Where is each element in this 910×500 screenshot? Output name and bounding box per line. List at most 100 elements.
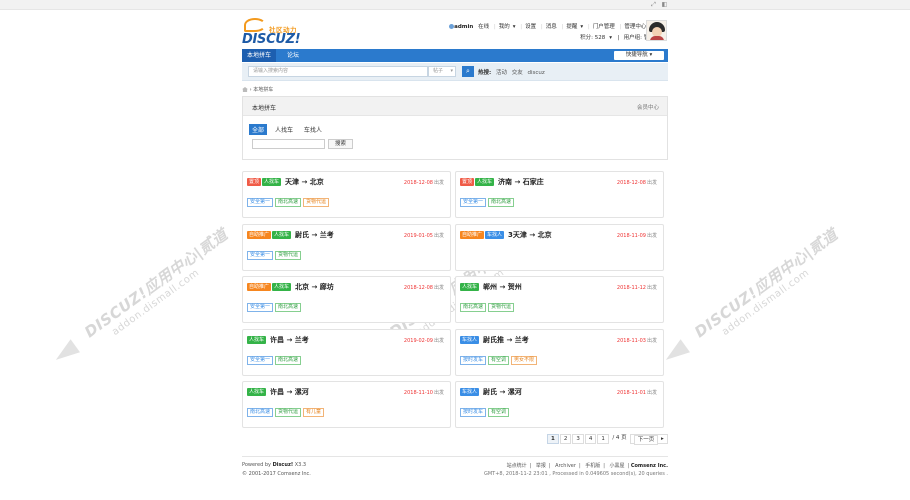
page-total: / 4 页 [610,434,629,444]
quick-nav-button[interactable]: 快捷导航 ▾ [614,51,664,60]
ride-route[interactable]: 许昌 → 漯河 [270,388,309,396]
ride-card[interactable]: 置顶 人找车 济南 → 石家庄 2018-12-08出发 安全第一 南北高速 [455,171,664,218]
ride-features: 安全第一 南北高速 货物代运 [247,198,331,207]
breadcrumb-current[interactable]: 本地拼车 [253,87,273,93]
ride-feature: 南北高速 [460,303,487,312]
ride-date: 2019-02-09出发 [403,337,444,344]
ride-tags: 车找人 尉氏推 → 兰考 [460,335,529,344]
search-bar: 请输入搜索内容 帖子 ▾ ⌕ 热搜: 活动 交友 discuz [242,63,668,81]
ride-route[interactable]: 北京 → 廊坊 [295,283,334,291]
footer-company[interactable]: Comsenz Inc. [631,463,668,469]
ride-tag: 人找车 [460,283,480,291]
hot-item[interactable]: 交友 [512,70,523,76]
search-input[interactable]: 请输入搜索内容 [248,66,428,77]
ride-route[interactable]: 尉氏推 → 兰考 [483,336,529,344]
tab-person-seeks-car[interactable]: 人找车 [272,124,296,135]
ride-tag: 自助推广 [247,283,272,291]
hot-item[interactable]: 活动 [496,70,507,76]
ride-card[interactable]: 自助推广 人找车 北京 → 廊坊 2018-12-08出发 安全第一 南北高速 [242,276,451,323]
ride-tag: 人找车 [247,335,267,344]
nav-item-forum[interactable]: 论坛 [282,49,304,62]
page-4[interactable]: 4 [584,434,597,444]
ride-date: 2018-11-09出发 [616,232,657,239]
ride-card[interactable]: 车找人 尉氏 → 漯河 2018-11-01出发 按时发车 有空调 [455,381,664,428]
user-menu: admin 在线 |我的▾ |设置 |消息 |提醒▾ |门户管理 |管理中心 |… [446,22,667,30]
ride-tag: 人找车 [272,230,292,239]
ride-date: 2018-12-08出发 [616,180,657,186]
filter-input[interactable] [252,139,325,149]
link-mine[interactable]: 我的 [499,24,510,30]
ride-feature: 南北高速 [275,303,302,312]
footer-brand[interactable]: Discuz! [273,462,294,468]
ride-route[interactable]: 尉氏 → 漯河 [483,388,522,396]
ride-route[interactable]: 尉氏 → 兰考 [295,231,334,239]
member-center-link[interactable]: 会员中心 [637,103,659,111]
site-logo[interactable]: 社区动力 DISCUZ! [242,15,304,47]
ride-feature: 有空调 [488,355,510,365]
footer-link-archiver[interactable]: Archiver [555,463,576,469]
ride-features: 南北高速 货物代运 有儿童 [247,408,326,417]
avatar[interactable] [646,20,667,41]
nav-item-carpool[interactable]: 本地拼车 [242,49,277,62]
next-page-button[interactable]: 下一页 ▸ [629,434,668,445]
link-messages[interactable]: 消息 [546,24,557,30]
link-notify[interactable]: 提醒 [566,24,577,30]
ride-feature: 货物代运 [303,198,330,207]
ride-feature: 货物代运 [275,250,302,260]
ride-tag: 车找人 [485,230,505,239]
breadcrumb: › 本地拼车 [242,86,273,93]
page-3[interactable]: 3 [572,434,584,444]
ride-route[interactable]: 许昌 → 兰考 [270,336,309,344]
link-admin-center[interactable]: 管理中心 [624,24,646,30]
filter-tabs: 全部 人找车 车找人 [249,124,328,135]
ride-card[interactable]: 自助推广 人找车 尉氏 → 兰考 2019-01-05出发 安全第一 货物代运 [242,223,451,271]
watermark: DISCUZ!应用中心|贰道addon.dismall.com [661,224,848,367]
search-icon[interactable]: ⌕ [462,66,474,77]
logo-swirl-icon [244,18,266,32]
ride-tags: 自助推广 车找人 3天津 → 北京 [460,230,552,239]
hot-item[interactable]: discuz [527,70,544,76]
tab-car-seeks-person[interactable]: 车找人 [301,124,325,135]
ride-card[interactable]: 车找人 尉氏推 → 兰考 2018-11-03出发 按时发车 有空调 男女不限 [455,328,664,376]
ride-card[interactable]: 人找车 郸州 → 贺州 2018-11-12出发 南北高速 货物代运 [455,276,664,323]
ride-tags: 人找车 郸州 → 贺州 [460,283,522,291]
ride-feature: 安全第一 [247,355,274,365]
search-scope-select[interactable]: 帖子 ▾ [428,66,456,77]
filter-search-button[interactable]: 搜索 [328,139,353,149]
user-points[interactable]: 积分: 528 [580,35,605,41]
ride-date: 2018-11-12出发 [616,285,657,291]
ride-card[interactable]: 置顶 人找车 天津 → 北京 2018-12-08出发 安全第一 南北高速 货物代运 [242,171,451,218]
page-2[interactable]: 2 [559,434,572,444]
ride-feature: 按时发车 [460,355,487,365]
ride-features: 安全第一 南北高速 [247,303,303,312]
tab-all[interactable]: 全部 [249,124,268,135]
username[interactable]: admin [454,24,473,30]
ride-card[interactable]: 自助推广 车找人 3天津 → 北京 2018-11-09出发 [455,223,664,271]
footer-link-blacklist[interactable]: 小黑屋 [610,463,625,469]
ride-tag: 自助推广 [247,230,272,239]
ride-date: 2018-11-01出发 [616,390,657,396]
link-portal-admin[interactable]: 门户管理 [593,24,615,30]
ride-route[interactable]: 天津 → 北京 [285,178,324,186]
page-jump-input[interactable]: 1 [597,434,610,444]
footer-link-report[interactable]: 举报 [536,463,546,469]
page-1[interactable]: 1 [547,434,559,444]
footer-link-mobile[interactable]: 手机版 [585,463,600,469]
filter-panel: 本地拼车 会员中心 全部 人找车 车找人 搜索 [242,96,668,160]
footer-links: 站点统计 | 举报 | Archiver | 手机版 | 小黑屋 | Comsenz In… [506,463,668,469]
ride-card[interactable]: 人找车 许昌 → 漯河 2018-11-10出发 南北高速 货物代运 有儿童 [242,381,451,428]
ride-features: 安全第一 货物代运 [247,250,303,260]
ride-route[interactable]: 济南 → 石家庄 [498,178,544,186]
link-settings[interactable]: 设置 [525,24,536,30]
ride-route[interactable]: 3天津 → 北京 [508,231,552,239]
app-icon[interactable]: ◧ [661,2,668,8]
ride-card[interactable]: 人找车 许昌 → 兰考 2019-02-09出发 安全第一 南北高速 [242,328,451,376]
footer-link-stats[interactable]: 站点统计 [507,463,527,469]
online-status: 在线 [478,24,490,30]
home-icon[interactable] [242,87,248,92]
expand-icon[interactable]: ⤢ [650,2,657,8]
ride-tag: 人找车 [262,178,282,186]
watermark-arrow-icon [661,339,690,367]
ride-tag: 人找车 [247,388,267,396]
ride-route[interactable]: 郸州 → 贺州 [483,283,522,291]
